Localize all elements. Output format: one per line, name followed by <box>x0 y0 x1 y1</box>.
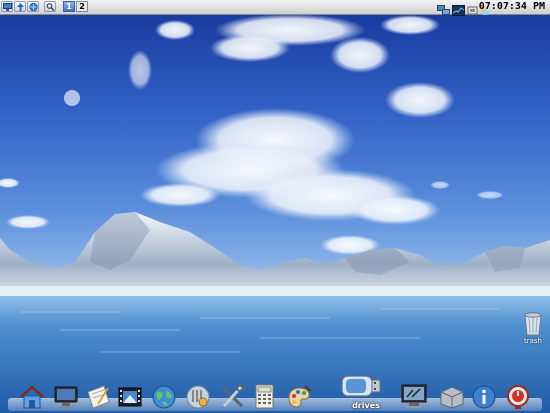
usb-drive-icon <box>341 375 381 397</box>
drives-label: drives <box>352 401 380 410</box>
trash-icon <box>524 312 542 336</box>
calculator-icon <box>255 384 274 409</box>
calculator-dock-item[interactable] <box>250 382 278 410</box>
volume-icon[interactable] <box>467 1 478 15</box>
clock[interactable]: 07:07:34 PM <box>479 0 545 14</box>
browser-dock-item[interactable] <box>150 382 178 410</box>
upload-launcher-button[interactable] <box>14 1 26 12</box>
top-panel: 1 2 07:07:34 PM <box>0 0 550 16</box>
package-icon <box>440 386 464 409</box>
home-dock-item[interactable] <box>18 382 46 410</box>
browser-launcher-button[interactable] <box>27 1 39 12</box>
system-monitor-dock-item[interactable] <box>400 382 428 410</box>
paint-palette-icon <box>288 385 312 408</box>
home-icon <box>20 385 44 409</box>
mixer-icon <box>186 385 210 409</box>
monitor-icon <box>54 386 78 408</box>
package-dock-item[interactable] <box>438 382 466 410</box>
info-icon <box>472 385 496 409</box>
moon <box>64 90 80 106</box>
video-dock-item[interactable] <box>116 382 144 410</box>
dock: drives <box>0 375 550 413</box>
menu-launcher-button[interactable] <box>1 1 13 12</box>
cpu-monitor-icon[interactable] <box>452 1 465 16</box>
mixer-dock-item[interactable] <box>184 382 212 410</box>
paint-dock-item[interactable] <box>285 382 313 410</box>
monitor-dock-item[interactable] <box>52 382 80 410</box>
info-dock-item[interactable] <box>470 382 498 410</box>
tools-icon <box>221 384 244 408</box>
system-monitor-icon <box>401 384 427 408</box>
desktop[interactable]: 1 2 07:07:34 PM trash drives <box>0 0 550 413</box>
tools-dock-item[interactable] <box>218 382 246 410</box>
wallpaper <box>0 0 550 413</box>
upload-arrow-icon <box>17 3 24 11</box>
trash-label: trash <box>524 337 542 345</box>
film-icon <box>118 387 142 407</box>
search-launcher-button[interactable] <box>44 1 56 12</box>
trash-desktop-icon[interactable]: trash <box>520 309 546 345</box>
globe-icon <box>152 385 176 409</box>
workspace-2-button[interactable]: 2 <box>76 1 88 12</box>
power-dock-item[interactable] <box>504 382 532 410</box>
search-icon <box>46 3 55 11</box>
workspace-1-button[interactable]: 1 <box>63 1 75 12</box>
text-editor-dock-item[interactable] <box>84 382 112 410</box>
text-editor-icon <box>87 385 110 409</box>
power-icon <box>507 385 529 409</box>
network-icon[interactable] <box>437 1 450 15</box>
globe-icon <box>29 3 38 11</box>
monitor-icon <box>3 3 12 11</box>
